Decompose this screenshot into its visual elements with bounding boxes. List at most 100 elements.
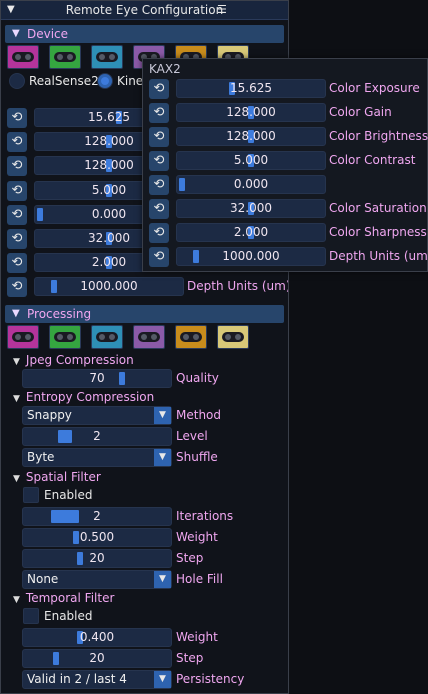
triangle-down-icon[interactable]: ▼ [154,449,171,466]
slider-label: Depth Units (um) [187,279,289,294]
reset-icon[interactable]: ⟲ [7,156,27,177]
spatial-weight-slider[interactable]: 0.500 [22,528,172,547]
reset-icon[interactable]: ⟲ [149,175,169,195]
triangle-down-icon[interactable]: ▼ [154,407,171,424]
spatial-iterations-slider[interactable]: 2 [22,507,172,526]
swatch-button[interactable] [91,45,123,69]
entropy-level-label: Level [176,429,208,443]
slider-value: 5.000 [233,153,269,167]
camera-icon [138,332,160,342]
triangle-down-icon[interactable]: ▼ [154,671,171,688]
reset-icon[interactable]: ⟲ [149,151,169,171]
reset-icon[interactable]: ⟲ [7,132,27,153]
spatial-enabled-checkbox[interactable] [23,487,39,503]
camera-icon [54,52,76,62]
camera-icon [54,332,76,342]
slider-label: Color Brightness [329,129,428,143]
window-title: Remote Eye Configuration [65,3,224,17]
reset-icon[interactable]: ⟲ [7,180,27,201]
jpeg-quality-value: 70 [89,371,105,385]
slider-label: Color Saturation [329,201,427,215]
swatch-button[interactable] [7,325,39,349]
processing-swatches [7,325,267,349]
triangle-down-icon: ▼ [12,308,20,319]
reset-icon[interactable]: ⟲ [149,247,169,267]
value-slider[interactable]: 15.625 [176,79,326,98]
slider-label: Color Exposure [329,81,420,95]
temporal-step-label: Step [176,651,204,665]
reset-icon[interactable]: ⟲ [149,127,169,147]
temporal-weight-slider[interactable]: 0.400 [22,628,172,647]
hole-fill-value: None [27,572,59,586]
slider-value: 128.000 [226,129,276,143]
triangle-down-icon: ▼ [13,595,20,605]
reset-icon[interactable]: ⟲ [7,204,27,225]
kax2-popup: KAX2 ⟲ 15.625 Color Exposure ⟲ 128.000 Color … [142,58,428,272]
popup-title: KAX2 [149,62,181,76]
persistency-value: Valid in 2 / last 4 [27,672,127,686]
radio-kinect[interactable] [97,73,113,89]
jpeg-title: Jpeg Compression [25,353,134,367]
jpeg-quality-slider[interactable]: 70 [22,369,172,388]
triangle-down-icon[interactable]: ▼ [154,571,171,588]
slider-label: Depth Units (um) [329,249,428,263]
temporal-weight-label: Weight [176,630,218,644]
swatch-button[interactable] [175,325,207,349]
spatial-filter-header[interactable]: ▼ Spatial Filter [13,469,101,485]
hamburger-icon[interactable]: ☰ [217,1,227,19]
swatch-button[interactable] [91,325,123,349]
swatch-button[interactable] [49,325,81,349]
spatial-step-slider[interactable]: 20 [22,549,172,568]
reset-icon[interactable]: ⟲ [7,253,27,274]
reset-icon[interactable]: ⟲ [149,79,169,99]
spatial-title: Spatial Filter [25,470,101,484]
shuffle-combo[interactable]: Byte ▼ [22,448,172,467]
reset-icon[interactable]: ⟲ [149,103,169,123]
reset-icon[interactable]: ⟲ [7,108,27,128]
swatch-button[interactable] [217,325,249,349]
entropy-compression-header[interactable]: ▼ Entropy Compression [13,389,154,405]
temporal-filter-header[interactable]: ▼ Temporal Filter [13,590,114,606]
value-slider[interactable]: 2.000 [176,223,326,242]
value-slider[interactable]: 128.000 [176,127,326,146]
value-slider[interactable]: 5.000 [176,151,326,170]
slider-label: Color Gain [329,105,392,119]
value-slider[interactable]: 32.000 [176,199,326,218]
reset-icon[interactable]: ⟲ [7,229,27,249]
swatch-button[interactable] [133,325,165,349]
camera-icon [12,52,34,62]
reset-icon[interactable]: ⟲ [149,199,169,219]
radio-realsense2[interactable] [9,73,25,89]
jpeg-compression-header[interactable]: ▼ Jpeg Compression [13,352,134,368]
reset-icon[interactable]: ⟲ [149,223,169,243]
camera-icon [180,332,202,342]
slider-value: 2.000 [233,225,269,239]
processing-header-label: Processing [27,307,92,321]
persistency-label: Persistency [176,672,245,686]
value-slider[interactable]: 0.000 [176,175,326,194]
window-title-bar[interactable]: ▼ Remote Eye Configuration ☰ [1,1,288,20]
device-header[interactable]: ▼ Device [5,25,284,43]
shuffle-label: Shuffle [176,450,218,464]
value-slider[interactable]: 1000.000 [176,247,326,266]
hole-fill-combo[interactable]: None ▼ [22,570,172,589]
spatial-weight-label: Weight [176,530,218,544]
value-slider[interactable]: 128.000 [176,103,326,122]
slider-value: 32.000 [230,201,272,215]
method-value: Snappy [27,408,72,422]
method-combo[interactable]: Snappy ▼ [22,406,172,425]
value-slider[interactable]: 1000.000 [34,277,184,297]
slider-value: 1000.000 [222,249,280,263]
camera-icon [96,332,118,342]
entropy-level-slider[interactable]: 2 [22,427,172,446]
reset-icon[interactable]: ⟲ [7,277,27,298]
swatch-button[interactable] [49,45,81,69]
triangle-down-icon: ▼ [13,357,20,367]
triangle-down-icon: ▼ [13,474,20,484]
temporal-enabled-checkbox[interactable] [23,608,39,624]
swatch-button[interactable] [7,45,39,69]
persistency-combo[interactable]: Valid in 2 / last 4 ▼ [22,670,172,689]
spatial-step-label: Step [176,551,204,565]
temporal-step-slider[interactable]: 20 [22,649,172,668]
processing-header[interactable]: ▼ Processing [5,305,284,323]
